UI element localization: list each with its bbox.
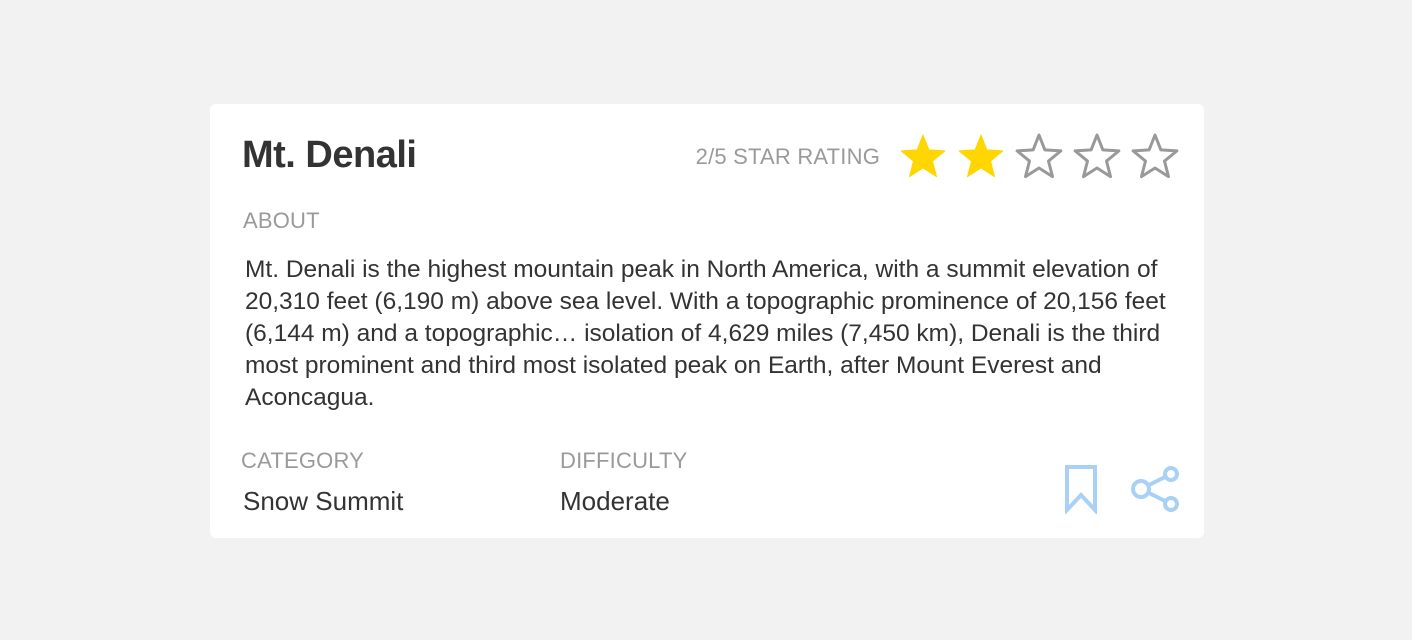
- star-4-icon[interactable]: [1072, 133, 1122, 181]
- category-label: CATEGORY: [241, 448, 365, 473]
- share-button[interactable]: [1130, 466, 1182, 512]
- star-3-icon[interactable]: [1014, 133, 1064, 181]
- star-2-icon[interactable]: [956, 133, 1006, 181]
- difficulty-value: Moderate: [560, 486, 670, 516]
- trail-card: Mt. Denali 2/5 STAR RATING ABOUT Mt. Den…: [210, 104, 1204, 538]
- card-title: Mt. Denali: [242, 134, 417, 176]
- stars: [898, 133, 1180, 181]
- rating-label: 2/5 STAR RATING: [695, 144, 880, 169]
- star-1-icon[interactable]: [898, 133, 948, 181]
- about-label: ABOUT: [243, 208, 320, 233]
- bookmark-button[interactable]: [1064, 464, 1098, 514]
- difficulty-label: DIFFICULTY: [560, 448, 688, 473]
- category-value: Snow Summit: [243, 486, 404, 516]
- star-rating: 2/5 STAR RATING: [696, 132, 1180, 182]
- star-5-icon[interactable]: [1130, 133, 1180, 181]
- about-text: Mt. Denali is the highest mountain peak …: [245, 256, 1166, 411]
- share-icon: [1131, 466, 1179, 512]
- bookmark-icon: [1065, 465, 1097, 514]
